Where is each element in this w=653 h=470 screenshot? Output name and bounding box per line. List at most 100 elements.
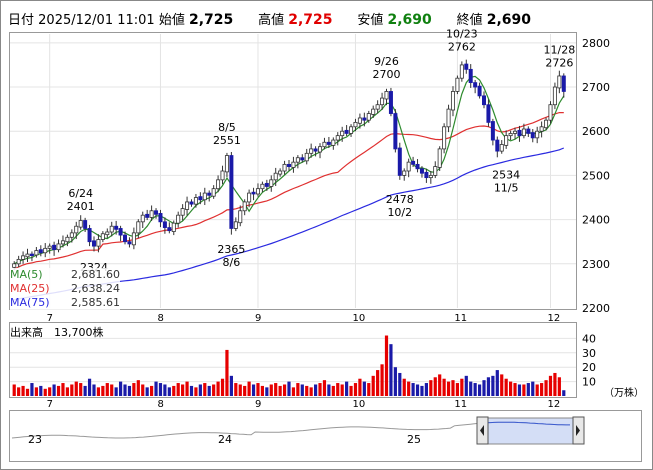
volume-bar (340, 384, 344, 396)
overview-navigator[interactable]: 23 24 25 (9, 410, 642, 462)
volume-bar (336, 383, 340, 396)
volume-bar (420, 385, 424, 396)
volume-bar (442, 378, 446, 396)
overview-right-handle[interactable] (572, 416, 585, 445)
volume-bar (141, 384, 145, 396)
volume-bar (540, 383, 544, 396)
volume-bar (562, 390, 566, 396)
candle-body (442, 126, 447, 150)
candle-body (446, 108, 451, 128)
annotation-date: 6/24 (68, 187, 93, 200)
volume-bar (56, 385, 61, 396)
overview-left-handle[interactable] (476, 416, 489, 445)
annotation-date: 9/26 (374, 55, 399, 68)
volume-bar (251, 384, 256, 396)
volume-bar (389, 344, 393, 396)
volume-bar (469, 381, 473, 396)
candle-body (313, 148, 318, 152)
volume-bar (504, 378, 508, 396)
candle-body (552, 86, 557, 106)
volume-bar (30, 383, 34, 396)
volume-bar (362, 381, 366, 396)
annotation-date: 11/28 (544, 44, 576, 57)
candle-body (286, 163, 291, 167)
annotation-date: 8/6 (223, 256, 241, 269)
volume-bar (247, 381, 251, 396)
volume-bar (176, 383, 180, 396)
candle-body (87, 228, 92, 243)
candle-body (508, 133, 513, 137)
candle-body (473, 82, 478, 88)
open-label: 始値 (158, 13, 185, 28)
volume-bar (500, 374, 504, 396)
candle-body (154, 210, 159, 215)
candle-body (499, 144, 504, 152)
volume-bar (132, 383, 136, 396)
candle-body (353, 121, 358, 128)
volume-bar (548, 375, 553, 396)
candle-body (291, 161, 296, 168)
candle-body (539, 126, 544, 132)
volume-bar (473, 383, 477, 396)
volume-bar (495, 370, 499, 396)
volume-bar (433, 377, 437, 396)
candle-body (123, 234, 128, 243)
candle-body (207, 192, 212, 196)
candle-body (411, 160, 416, 165)
candle-body (127, 241, 132, 245)
volume-bar (322, 380, 327, 396)
overview-label-24: 24 (218, 433, 232, 446)
volume-bar (145, 387, 149, 396)
candle-body (455, 77, 460, 92)
candle-body (464, 63, 469, 70)
annotation-value: 2762 (448, 41, 476, 54)
candle-body (371, 108, 376, 115)
candle-body (530, 132, 535, 139)
volume-bar (43, 388, 47, 396)
candle-body (375, 104, 380, 110)
candle-body (96, 239, 101, 247)
ma75-legend-value: 2,585.61 (71, 296, 120, 309)
candle-body (397, 147, 402, 176)
volume-bar (411, 383, 415, 396)
candle-body (247, 192, 252, 203)
volume-month-tick-label: 9 (255, 399, 261, 410)
candle-body (38, 249, 43, 254)
volume-bar (513, 383, 517, 396)
candle-body (477, 85, 482, 97)
candle-body (468, 68, 473, 84)
candle-body (490, 121, 495, 141)
volume-bar (455, 383, 460, 396)
volume-bar (17, 387, 21, 396)
overview-label-23: 23 (28, 433, 42, 446)
candle-body (56, 243, 61, 251)
volume-bar (212, 384, 216, 396)
volume-bar (535, 384, 539, 396)
candle-body (189, 201, 194, 205)
volume-bar (296, 383, 300, 396)
volume-bar (477, 384, 482, 396)
volume-label: 出来高 13,700株 (10, 326, 104, 339)
high-value: 2,725 (288, 12, 333, 28)
candle-body (74, 225, 79, 234)
volume-bar (83, 385, 87, 396)
volume-month-tick-label: 11 (454, 399, 467, 410)
candle-body (193, 197, 198, 205)
volume-bar (74, 381, 78, 396)
volume-bar (127, 385, 132, 396)
candle-body (118, 228, 123, 236)
volume-bar (52, 384, 56, 396)
volume-bar (229, 375, 233, 396)
ma25-legend-item: MA(25) 2,638.24 (10, 282, 120, 296)
candle-body (415, 163, 420, 170)
volume-bar (260, 385, 265, 396)
candle-body (211, 188, 216, 197)
volume-bar (371, 375, 375, 396)
candle-body (16, 258, 21, 265)
candle-body (437, 148, 442, 168)
candle-body (65, 236, 70, 243)
volume-bar (65, 387, 69, 396)
ma5-legend-value: 2,681.60 (71, 268, 120, 281)
volume-bar (446, 381, 451, 396)
candle-body (140, 214, 145, 223)
